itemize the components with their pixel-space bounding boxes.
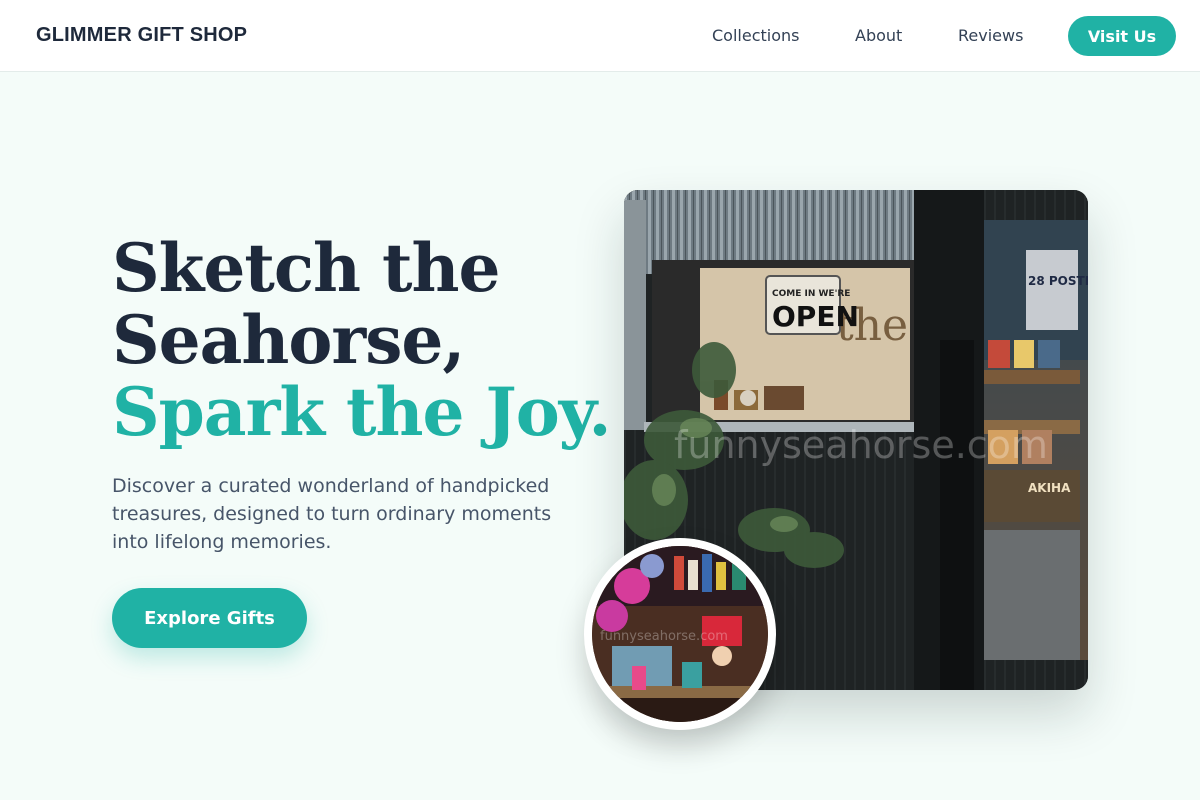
sign-big-text: OPEN — [772, 300, 859, 333]
headline-accent: Spark the Joy. — [112, 373, 612, 451]
inset-watermark: funnyseahorse.com — [600, 629, 728, 644]
navbar: GLIMMER GIFT SHOP Collections About Revi… — [0, 0, 1200, 72]
headline-line-2: Seahorse, — [112, 301, 465, 379]
inset-photo-frame: funnyseahorse.com — [584, 538, 776, 730]
hero-subtitle: Discover a curated wonderland of handpic… — [112, 475, 552, 553]
headline-line-1: Sketch the — [112, 229, 500, 307]
nav-link-collections[interactable]: Collections — [712, 26, 799, 45]
poster-text: 28 POSTERS — [1028, 274, 1088, 288]
nav-link-about[interactable]: About — [855, 26, 902, 45]
visit-us-button[interactable]: Visit Us — [1068, 16, 1176, 56]
explore-gifts-button[interactable]: Explore Gifts — [112, 588, 307, 648]
brand-logo[interactable]: GLIMMER GIFT SHOP — [36, 24, 247, 47]
nav-link-reviews[interactable]: Reviews — [958, 26, 1023, 45]
poster-text-2: AKIHA — [1028, 481, 1071, 495]
inset-photo: funnyseahorse.com — [592, 546, 768, 722]
sign-small-text: COME IN WE'RE — [772, 289, 850, 299]
hero-headline: Sketch the Seahorse, Spark the Joy. — [112, 232, 632, 448]
photo-watermark: funnyseahorse.com — [674, 423, 1048, 467]
